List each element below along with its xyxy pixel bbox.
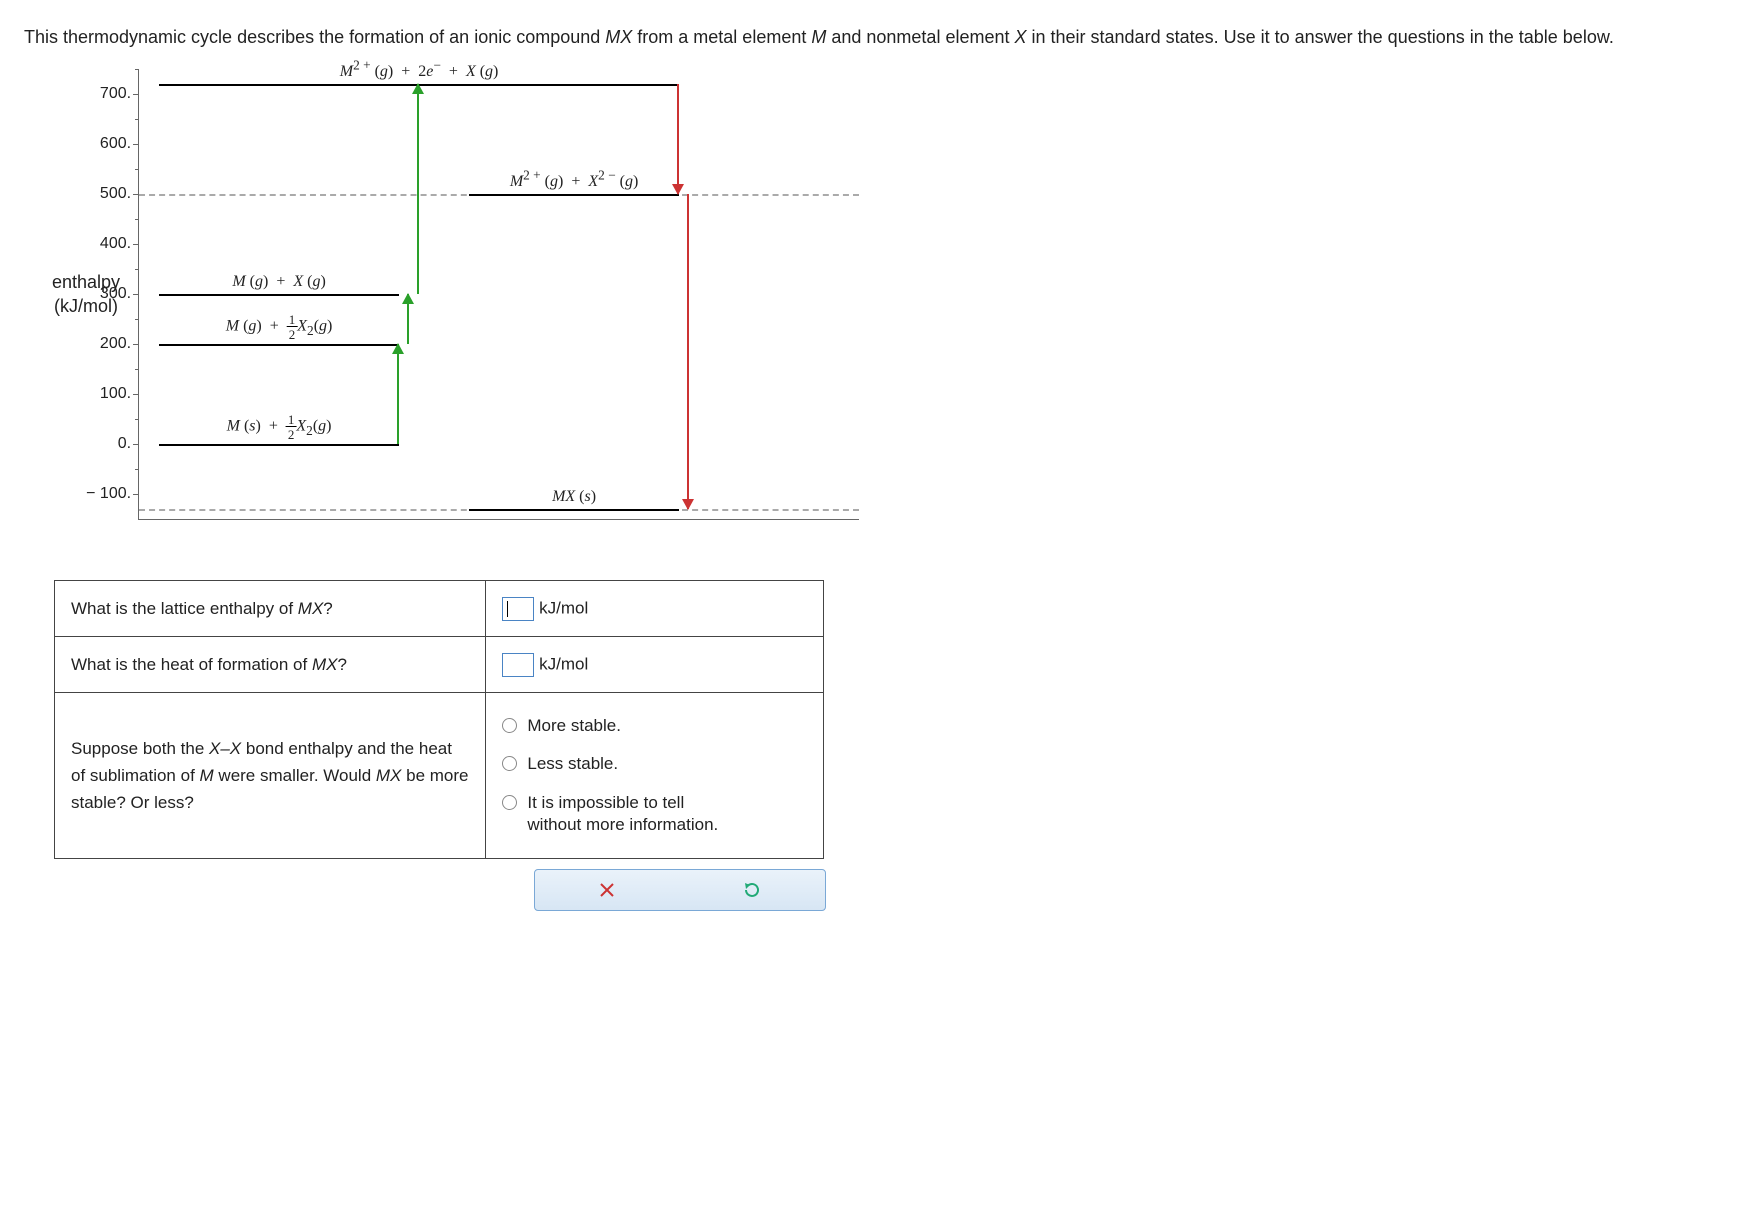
arrow-e-affinity xyxy=(677,84,679,194)
opt-less-stable[interactable]: Less stable. xyxy=(502,745,807,783)
radio-icon xyxy=(502,756,517,771)
question-table: What is the lattice enthalpy of MX? kJ/m… xyxy=(54,580,824,859)
q1-input[interactable] xyxy=(502,597,534,621)
radio-icon xyxy=(502,795,517,810)
level-label-M-gas: M (g) + 12X2(g) xyxy=(226,313,333,344)
level-label-MX-gas: M (g) + X (g) xyxy=(232,273,325,294)
q3-answer: More stable. Less stable. It is impossib… xyxy=(486,693,824,858)
opt-more-stable[interactable]: More stable. xyxy=(502,707,807,745)
x-icon xyxy=(598,881,616,899)
q1-text: What is the lattice enthalpy of MX? xyxy=(55,581,486,637)
level-label-MX-solid: MX (s) xyxy=(552,488,596,509)
reset-button[interactable] xyxy=(742,880,762,900)
enthalpy-diagram: enthalpy (kJ/mol) − 100.0.100.200.300.40… xyxy=(52,69,1736,520)
level-MX-solid xyxy=(469,509,679,511)
problem-statement: This thermodynamic cycle describes the f… xyxy=(24,24,1736,51)
clear-button[interactable] xyxy=(598,881,616,899)
level-M-gas xyxy=(159,344,399,346)
arrow-ionization xyxy=(417,84,419,294)
opt-impossible[interactable]: It is impossible to tell without more in… xyxy=(502,784,807,844)
level-label-elements-std: M (s) + 12X2(g) xyxy=(227,413,332,444)
level-MX-gas xyxy=(159,294,399,296)
level-label-ions-top: M2 + (g) + 2e− + X (g) xyxy=(340,58,499,84)
q2-answer: kJ/mol xyxy=(486,637,824,693)
action-button-row xyxy=(534,869,826,911)
q2-input[interactable] xyxy=(502,653,534,677)
q1-answer: kJ/mol xyxy=(486,581,824,637)
arrow-sublimation xyxy=(397,344,399,444)
level-elements-std xyxy=(159,444,399,446)
radio-icon xyxy=(502,718,517,733)
undo-icon xyxy=(742,880,762,900)
q2-text: What is the heat of formation of MX? xyxy=(55,637,486,693)
level-label-ion-pair: M2 + (g) + X2 − (g) xyxy=(510,168,638,194)
level-ion-pair xyxy=(469,194,679,196)
q3-text: Suppose both the X–X bond enthalpy and t… xyxy=(55,693,486,858)
arrow-lattice xyxy=(687,194,689,509)
